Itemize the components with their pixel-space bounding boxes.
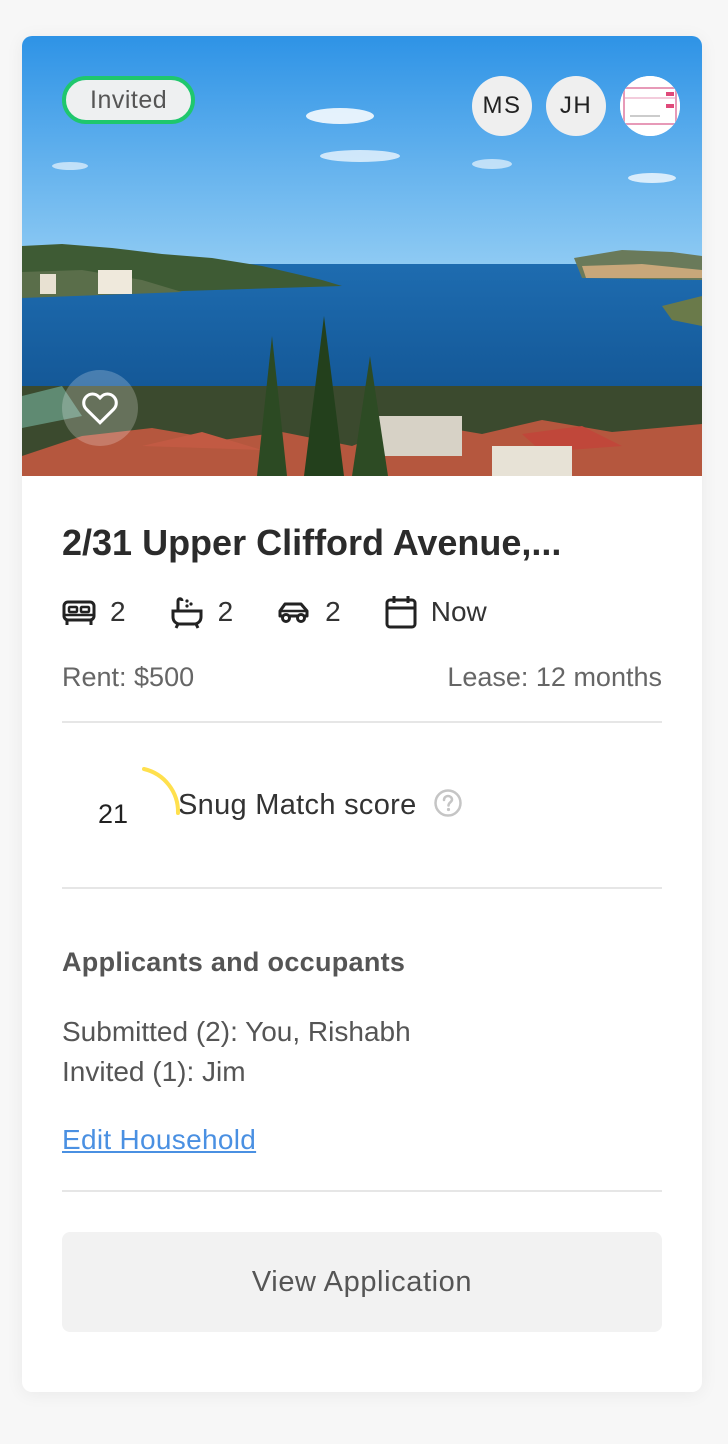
card-content: 2/31 Upper Clifford Avenue,... 2 2 2 Now… [62, 476, 662, 1332]
bathrooms-count: 2 [217, 596, 234, 627]
lease-text: Lease: 12 months [447, 662, 662, 692]
help-icon[interactable] [433, 788, 463, 823]
divider [62, 887, 662, 889]
property-photo[interactable]: Invited MS JH [22, 36, 702, 476]
parking-feature: 2 [277, 596, 341, 628]
favorite-button[interactable] [62, 370, 138, 446]
avatar-group: MS JH [472, 76, 680, 136]
bathrooms-feature: 2 [170, 595, 234, 629]
avatar-image[interactable] [620, 76, 680, 136]
invited-applicants: Invited (1): Jim [62, 1056, 246, 1087]
bath-icon [171, 597, 203, 629]
availability-date: Now [430, 596, 487, 627]
view-application-button[interactable]: View Application [62, 1232, 662, 1332]
submitted-applicants: Submitted (2): You, Rishabh [62, 1016, 411, 1047]
edit-household-link[interactable]: Edit Household [62, 1124, 256, 1156]
status-badge: Invited [62, 76, 196, 124]
match-score-value: 21 [98, 799, 129, 829]
rent-text: Rent: $500 [62, 662, 195, 692]
match-score-row: 21 Snug Match score [62, 723, 662, 887]
heart-icon [82, 392, 118, 425]
avatar-thumbnail [620, 76, 680, 136]
bedrooms-count: 2 [110, 596, 126, 627]
bed-icon [62, 600, 96, 625]
divider [62, 1190, 662, 1192]
applicants-heading: Applicants and occupants [62, 947, 406, 977]
car-icon [278, 602, 309, 623]
property-features: 2 2 2 Now [62, 592, 662, 632]
rent-lease-row: Rent: $500 Lease: 12 months [62, 662, 662, 693]
property-card[interactable]: Invited MS JH 2/31 Upper Clifford Avenue… [22, 36, 702, 1392]
calendar-icon [385, 596, 417, 629]
availability-feature: Now [385, 595, 487, 629]
match-score-label: Snug Match score [178, 788, 417, 821]
score-arc [142, 767, 181, 815]
avatar-jh[interactable]: JH [546, 76, 606, 136]
avatar-ms[interactable]: MS [472, 76, 532, 136]
property-address[interactable]: 2/31 Upper Clifford Avenue,... [62, 522, 662, 564]
bedrooms-feature: 2 [62, 596, 126, 628]
match-score-gauge: 21 [82, 765, 182, 845]
parking-count: 2 [325, 596, 341, 627]
